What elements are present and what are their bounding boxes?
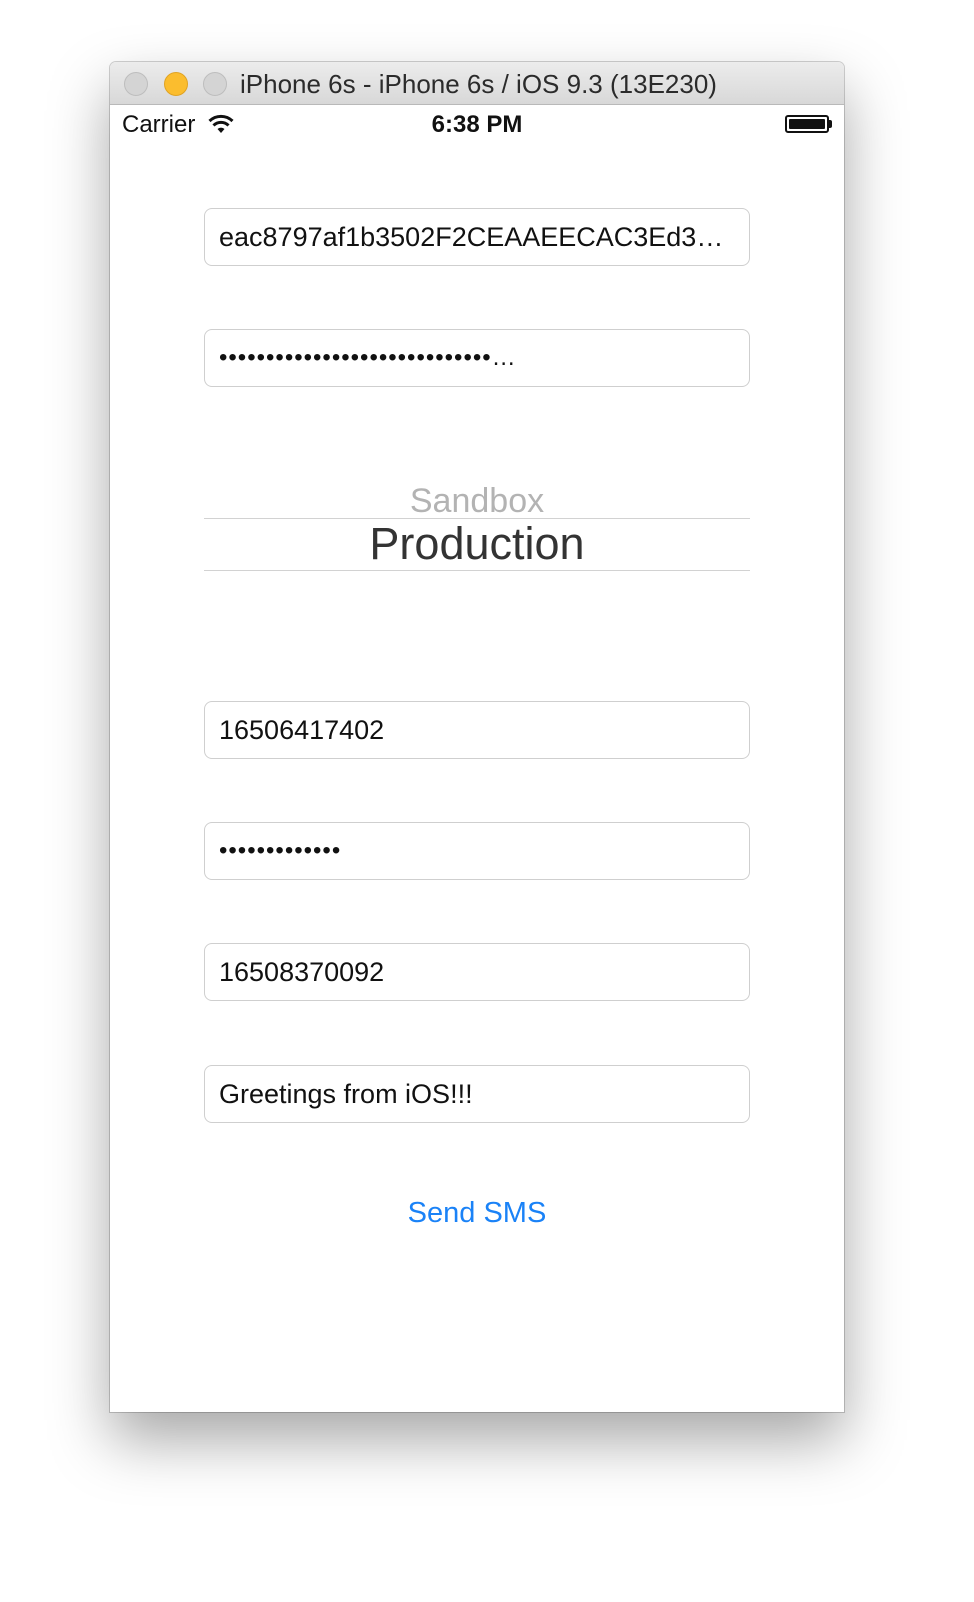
message-field[interactable]: Greetings from iOS!!! <box>204 1065 750 1123</box>
minimize-window-button[interactable] <box>164 72 188 96</box>
window-title: iPhone 6s - iPhone 6s / iOS 9.3 (13E230) <box>240 69 717 99</box>
picker-option-sandbox[interactable]: Sandbox <box>204 482 750 521</box>
app-secret-field[interactable]: •••••••••••••••••••••••••••••… <box>204 329 750 387</box>
app-key-field[interactable]: eac8797af1b3502F2CEAAEECAC3Ed3… <box>204 208 750 266</box>
battery-tip <box>829 120 832 128</box>
close-window-button[interactable] <box>124 72 148 96</box>
environment-picker[interactable]: Sandbox Production <box>204 476 750 576</box>
ios-status-bar: Carrier 6:38 PM <box>110 105 844 145</box>
to-number-field[interactable]: 16508370092 <box>204 943 750 1001</box>
picker-divider-bottom <box>204 570 750 571</box>
password-field[interactable]: ••••••••••••• <box>204 822 750 880</box>
send-sms-button[interactable]: Send SMS <box>110 1197 844 1230</box>
battery-level <box>789 119 825 129</box>
username-field[interactable]: 16506417402 <box>204 701 750 759</box>
picker-option-production[interactable]: Production <box>204 518 750 570</box>
status-time: 6:38 PM <box>431 111 523 138</box>
battery-icon <box>785 115 829 133</box>
simulator-window: iPhone 6s - iPhone 6s / iOS 9.3 (13E230)… <box>110 62 844 1412</box>
title-bar: iPhone 6s - iPhone 6s / iOS 9.3 (13E230) <box>110 62 844 105</box>
zoom-window-button[interactable] <box>203 72 227 96</box>
